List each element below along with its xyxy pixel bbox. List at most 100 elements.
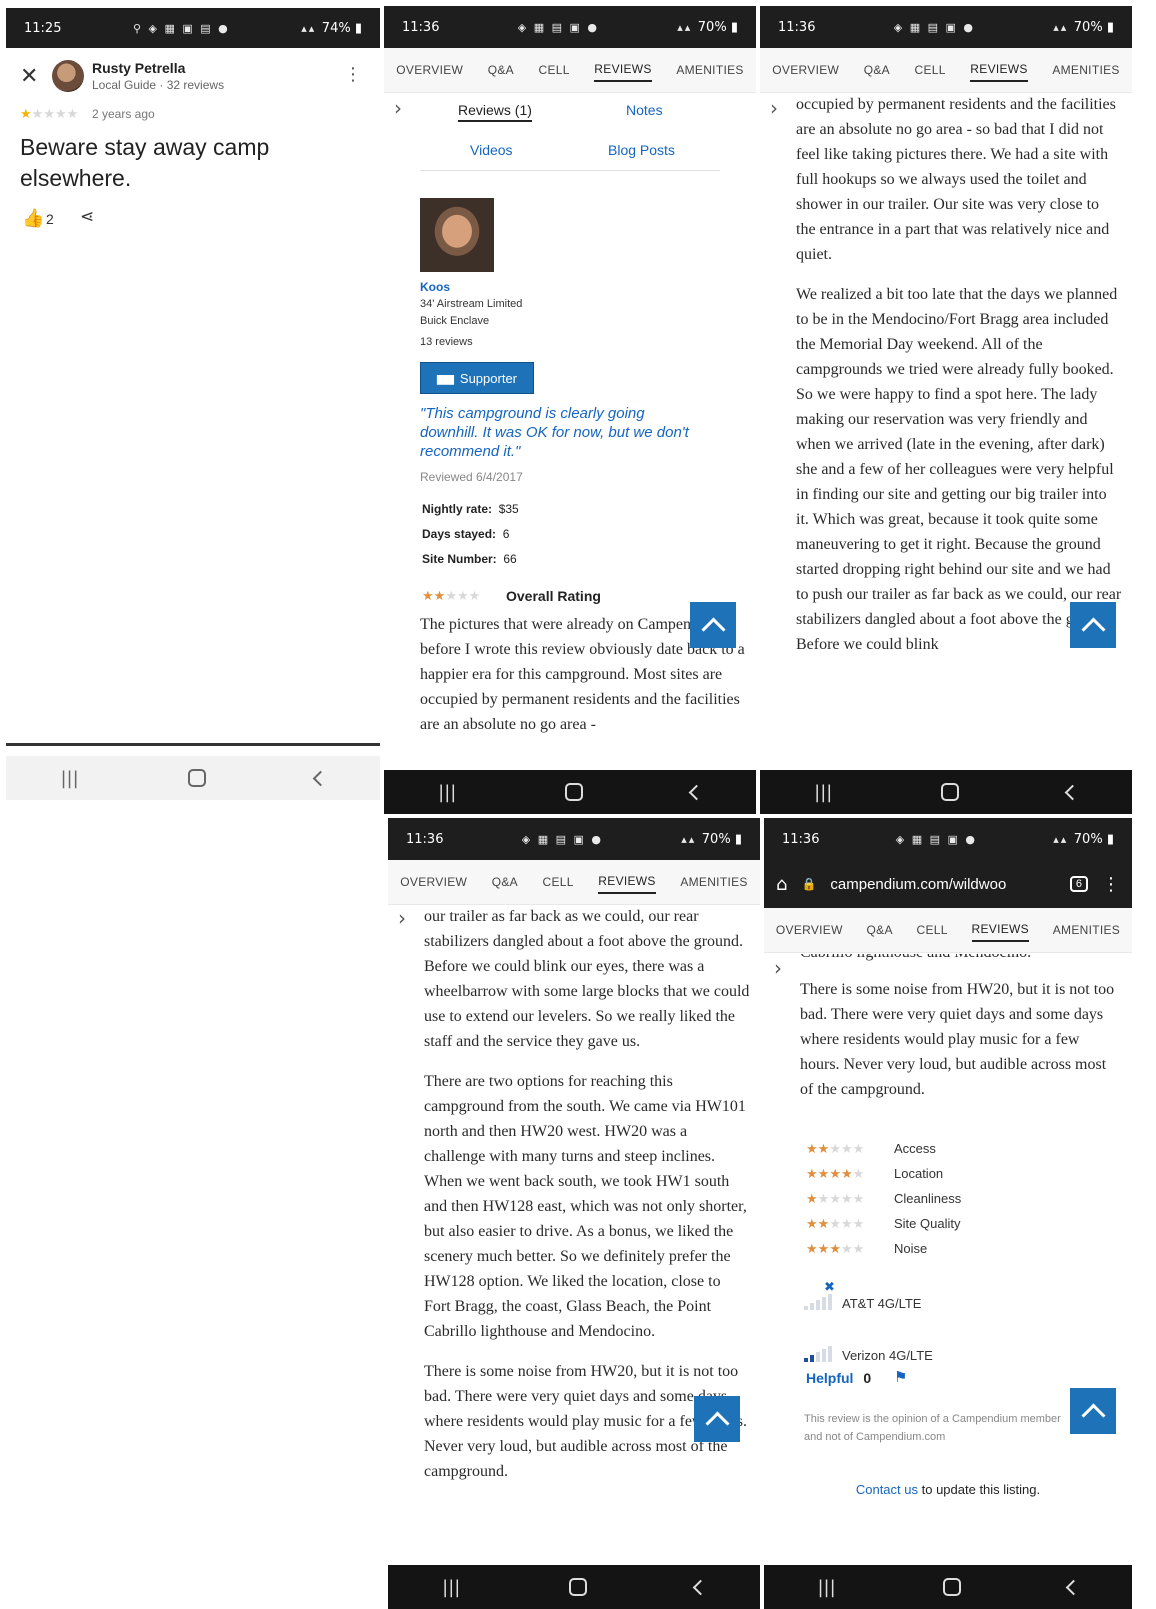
tab-reviews[interactable]: REVIEWS [594, 58, 652, 82]
tab-qa[interactable]: Q&A [864, 63, 890, 77]
close-icon[interactable]: ✕ [20, 64, 38, 89]
tab-reviews[interactable]: REVIEWS [970, 58, 1028, 82]
more-vert-icon[interactable]: ⋮ [344, 64, 362, 85]
url-bar[interactable]: campendium.com/wildwoo [830, 876, 1055, 893]
tab-amenities[interactable]: AMENITIES [1053, 923, 1120, 937]
star-icon: ★ [806, 1141, 818, 1157]
status-bar: 11:25 ⚲ ◈ ▦ ▣ ▤ ● ▴▴ 74% ▮ [6, 8, 380, 48]
campendium-review-panel-3: 11:36 ◈ ▦ ▤ ▣ ● ▴▴ 70% ▮ OVERVIEW Q&A CE… [388, 818, 760, 1609]
star-icon: ★ [20, 107, 32, 122]
star-icon: ★ [806, 1191, 818, 1207]
home-button[interactable] [940, 783, 959, 801]
tab-reviews[interactable]: REVIEWS [971, 918, 1029, 942]
tab-amenities[interactable]: AMENITIES [1052, 63, 1119, 77]
stat-value: $35 [498, 502, 519, 516]
contact-us-link[interactable]: Contact us [856, 1482, 918, 1497]
back-to-top-button[interactable] [1070, 602, 1116, 648]
star-icon: ★ [829, 1166, 841, 1182]
tab-overview[interactable]: OVERVIEW [396, 63, 463, 77]
share-icon[interactable]: ⋖ [80, 207, 94, 227]
wifi-icon: ▴▴ [301, 21, 322, 35]
home-button[interactable] [187, 769, 206, 787]
tab-cell[interactable]: CELL [917, 923, 948, 937]
reviewer-name[interactable]: Koos [420, 280, 450, 294]
subtab-blog-posts[interactable]: Blog Posts [608, 142, 675, 158]
chevron-right-icon[interactable]: › [770, 956, 786, 980]
tab-overview[interactable]: OVERVIEW [400, 875, 467, 889]
subtab-notes[interactable]: Notes [626, 102, 663, 118]
subtab-reviews[interactable]: Reviews (1) [458, 102, 532, 122]
review-paragraph: There is some noise from HW20, but it is… [800, 981, 1115, 1098]
rating-label: Location [894, 1166, 944, 1181]
supporter-badge: ▆▆ Supporter [420, 362, 534, 394]
category-ratings: ★★★★★ Access ★★★★★ Location ★★★★★ Cleanliness… [806, 1136, 961, 1261]
listing-tabs: OVERVIEW Q&A CELL REVIEWS AMENITIES [764, 908, 1132, 953]
home-button[interactable] [942, 1578, 961, 1596]
back-button[interactable] [1064, 784, 1081, 800]
reviewer-photo[interactable] [420, 198, 494, 272]
review-body: Cabrillo lighthouse and Mendocino. There… [800, 954, 1122, 1114]
recents-button[interactable]: ||| [60, 768, 78, 789]
star-icon: ★ [840, 1166, 853, 1182]
home-icon[interactable]: ⌂ [776, 874, 787, 895]
tab-reviews[interactable]: REVIEWS [598, 870, 656, 894]
subtab-videos[interactable]: Videos [470, 142, 513, 158]
chevron-right-icon[interactable]: › [390, 96, 406, 120]
home-button[interactable] [564, 783, 583, 801]
back-to-top-button[interactable] [1070, 1388, 1116, 1434]
battery-icon: ▮ [354, 20, 362, 36]
star-icon: ★ [806, 1166, 818, 1182]
more-vert-icon[interactable]: ⋮ [1102, 874, 1120, 895]
recents-button[interactable]: ||| [442, 1577, 460, 1598]
back-button[interactable] [688, 784, 705, 800]
recents-button[interactable]: ||| [438, 782, 456, 803]
google-review-panel: 11:25 ⚲ ◈ ▦ ▣ ▤ ● ▴▴ 74% ▮ ✕ Rusty Petre… [6, 8, 380, 756]
nav-bar: ||| [6, 756, 380, 800]
star-icon: ★ [829, 1241, 841, 1257]
review-quote: "This campground is clearly going downhi… [420, 405, 689, 460]
listing-tabs: OVERVIEW Q&A CELL REVIEWS AMENITIES [388, 860, 760, 905]
rating-row: ★★★★★ Noise [806, 1236, 961, 1261]
chevron-up-icon [700, 616, 726, 642]
avatar[interactable] [52, 60, 84, 92]
star-icon: ★ [829, 1141, 841, 1157]
tab-qa[interactable]: Q&A [867, 923, 893, 937]
tab-count-button[interactable]: 6 [1069, 876, 1088, 892]
reviewer-name[interactable]: Rusty Petrella [92, 60, 185, 76]
carrier-name: Verizon 4G/LTE [842, 1348, 933, 1363]
tab-cell[interactable]: CELL [543, 875, 574, 889]
tab-qa[interactable]: Q&A [492, 875, 518, 889]
stat-value: 6 [502, 527, 510, 541]
rating-row: ★★★★★ Location [806, 1161, 961, 1186]
flag-icon[interactable]: ⚑ [894, 1368, 907, 1386]
recents-button[interactable]: ||| [814, 782, 832, 803]
chevron-up-icon [704, 1410, 730, 1436]
tab-qa[interactable]: Q&A [488, 63, 514, 77]
listing-tabs: OVERVIEW Q&A CELL REVIEWS AMENITIES [384, 48, 756, 93]
home-button[interactable] [568, 1578, 587, 1596]
back-button[interactable] [692, 1579, 709, 1595]
tab-amenities[interactable]: AMENITIES [676, 63, 743, 77]
tab-overview[interactable]: OVERVIEW [776, 923, 843, 937]
rating-row: ★★★★★ Cleanliness [806, 1186, 961, 1211]
chevron-right-icon[interactable]: › [766, 96, 782, 120]
review-paragraph: We realized a bit too late that the days… [796, 286, 1122, 653]
back-to-top-button[interactable] [694, 1396, 740, 1442]
back-to-top-button[interactable] [690, 602, 736, 648]
rating-stars: ★★★★★ [806, 1141, 894, 1157]
recents-button[interactable]: ||| [817, 1577, 835, 1598]
signal-bar [828, 1294, 832, 1310]
thumbs-up-icon[interactable]: 👍 [22, 208, 44, 229]
chevron-right-icon[interactable]: › [394, 906, 410, 930]
tab-amenities[interactable]: AMENITIES [680, 875, 747, 889]
tab-overview[interactable]: OVERVIEW [772, 63, 839, 77]
helpful-button[interactable]: Helpful 0 [806, 1370, 871, 1386]
back-button[interactable] [1065, 1579, 1081, 1595]
star-icon: ★ [840, 1241, 853, 1257]
back-button[interactable] [312, 770, 328, 786]
tab-cell[interactable]: CELL [915, 63, 946, 77]
signal-icon: ◈ ▦ ▤ ▣ ● [517, 20, 599, 34]
star-icon: ★ [829, 1216, 841, 1232]
carrier-name: AT&T 4G/LTE [842, 1296, 922, 1311]
tab-cell[interactable]: CELL [539, 63, 570, 77]
